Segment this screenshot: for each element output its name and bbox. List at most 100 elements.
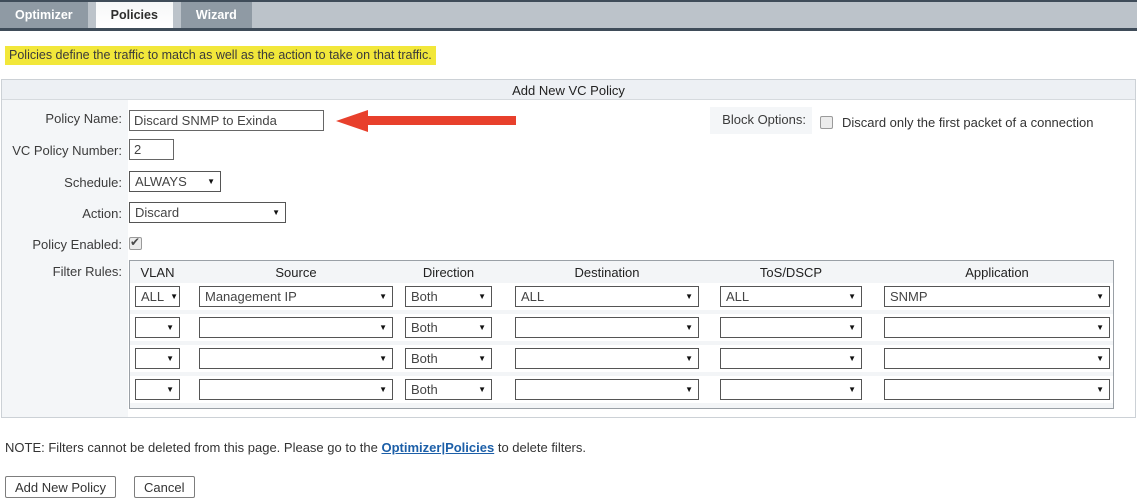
action-label: Action: [2, 202, 128, 221]
chevron-down-icon: ▼ [472, 385, 486, 394]
vc-policy-number-label: VC Policy Number: [2, 139, 128, 158]
filter-col-header-vlan: VLAN [130, 265, 194, 280]
schedule-select-value: ALWAYS [135, 174, 187, 189]
vlan-select-row2[interactable]: ▼ [135, 317, 180, 338]
direction-select-row1[interactable]: Both ▼ [405, 286, 492, 307]
tos-dscp-select-row1[interactable]: ALL▼ [720, 286, 862, 307]
chevron-down-icon: ▼ [472, 323, 486, 332]
block-options-checkbox[interactable] [820, 116, 833, 129]
note-suffix: to delete filters. [494, 440, 586, 455]
chevron-down-icon: ▼ [1090, 385, 1104, 394]
chevron-down-icon: ▼ [472, 354, 486, 363]
chevron-down-icon: ▼ [201, 177, 215, 186]
filter-cell-direction: Both ▼ [400, 286, 510, 307]
source-select-row3[interactable]: ▼ [199, 348, 393, 369]
filter-cell-vlan: ▼ [130, 348, 194, 369]
source-select-row1[interactable]: Management IP ▼ [199, 286, 393, 307]
filter-rule-row: ALL▼Management IP▼Both▼ALL▼ALL▼SNMP▼ [130, 283, 1113, 310]
filter-cell-tos-dscp: ▼ [715, 379, 879, 400]
chevron-down-icon: ▼ [164, 292, 178, 301]
filter-rule-row: ▼ ▼ Both ▼ ▼ ▼ ▼ [130, 345, 1113, 372]
filter-rules-table: VLANSourceDirectionDestinationToS/DSCPAp… [129, 260, 1114, 409]
filter-cell-application: ▼ [879, 379, 1113, 400]
filter-cell-destination: ▼ [510, 317, 715, 338]
chevron-down-icon: ▼ [1090, 323, 1104, 332]
filter-rules-table-body: ALL▼Management IP▼Both▼ALL▼ALL▼SNMP▼▼▼Bo… [130, 283, 1113, 403]
policy-enabled-checkbox[interactable] [129, 237, 142, 250]
filter-col-header-application: Application [879, 265, 1113, 280]
chevron-down-icon: ▼ [472, 292, 486, 301]
filter-cell-destination: ▼ [510, 348, 715, 369]
filter-cell-source: ▼ [194, 379, 400, 400]
filter-col-header-source: Source [194, 265, 400, 280]
vlan-select-row4[interactable]: ▼ [135, 379, 180, 400]
chevron-down-icon: ▼ [679, 354, 693, 363]
destination-select-row4[interactable]: ▼ [515, 379, 699, 400]
red-arrow-annotation [336, 110, 516, 132]
filter-cell-source: Management IP ▼ [194, 286, 400, 307]
application-select-row3[interactable]: ▼ [884, 348, 1110, 369]
schedule-select[interactable]: ALWAYS ▼ [129, 171, 221, 192]
filter-cell-destination: ALL▼ [510, 286, 715, 307]
filter-cell-vlan: ALL▼ [130, 286, 194, 307]
source-select-value: Management IP [205, 289, 297, 304]
chevron-down-icon: ▼ [842, 323, 856, 332]
tos-dscp-select-row3[interactable]: ▼ [720, 348, 862, 369]
tab-wizard[interactable]: Wizard [181, 2, 252, 28]
source-select-row2[interactable]: ▼ [199, 317, 393, 338]
chevron-down-icon: ▼ [842, 354, 856, 363]
action-select[interactable]: Discard ▼ [129, 202, 286, 223]
application-select-row4[interactable]: ▼ [884, 379, 1110, 400]
filter-rule-row: ▼▼Both▼▼▼▼ [130, 376, 1113, 403]
vlan-select-row1[interactable]: ALL▼ [135, 286, 180, 307]
panel-body: Policy Name: Block Options: Discard only… [2, 100, 1135, 417]
filter-cell-vlan: ▼ [130, 317, 194, 338]
red-arrow-head [336, 110, 368, 132]
chevron-down-icon: ▼ [1090, 354, 1104, 363]
filter-cell-tos-dscp: ALL▼ [715, 286, 879, 307]
add-new-policy-button[interactable]: Add New Policy [5, 476, 116, 498]
cancel-button[interactable]: Cancel [134, 476, 194, 498]
add-vc-policy-panel: Add New VC Policy Policy Name: Block Opt… [1, 79, 1136, 418]
vlan-select-row3[interactable]: ▼ [135, 348, 180, 369]
filter-cell-direction: Both ▼ [400, 317, 510, 338]
filter-cell-vlan: ▼ [130, 379, 194, 400]
direction-select-row2[interactable]: Both ▼ [405, 317, 492, 338]
filter-cell-application: ▼ [879, 317, 1113, 338]
tos-dscp-select-row4[interactable]: ▼ [720, 379, 862, 400]
filter-col-header-direction: Direction [400, 265, 510, 280]
vc-policy-number-input[interactable] [129, 139, 174, 160]
direction-select-row3[interactable]: Both ▼ [405, 348, 492, 369]
destination-select-row2[interactable]: ▼ [515, 317, 699, 338]
red-arrow-tail [368, 116, 516, 125]
filter-cell-destination: ▼ [510, 379, 715, 400]
filter-rules-table-header: VLANSourceDirectionDestinationToS/DSCPAp… [130, 261, 1113, 283]
optimizer-policies-link[interactable]: Optimizer|Policies [381, 440, 494, 455]
application-select-row1[interactable]: SNMP▼ [884, 286, 1110, 307]
filter-col-header-label: Direction [405, 265, 492, 280]
block-options-label: Block Options: [710, 107, 812, 134]
direction-select-value: Both [411, 289, 438, 304]
chevron-down-icon: ▼ [373, 354, 387, 363]
tos-dscp-select-row2[interactable]: ▼ [720, 317, 862, 338]
filter-col-header-label: ToS/DSCP [720, 265, 862, 280]
direction-select-row4[interactable]: Both▼ [405, 379, 492, 400]
direction-select-value: Both [411, 320, 438, 335]
note-prefix: NOTE: Filters cannot be deleted from thi… [5, 440, 381, 455]
filter-col-header-label: Source [199, 265, 393, 280]
chevron-down-icon: ▼ [373, 292, 387, 301]
direction-select-value: Both [411, 351, 438, 366]
vlan-select-value: ALL [141, 289, 164, 304]
chevron-down-icon: ▼ [160, 323, 174, 332]
destination-select-row3[interactable]: ▼ [515, 348, 699, 369]
filter-cell-source: ▼ [194, 317, 400, 338]
filter-cell-source: ▼ [194, 348, 400, 369]
tab-policies[interactable]: Policies [96, 2, 173, 28]
tab-bar: Optimizer Policies Wizard [0, 0, 1137, 31]
policy-name-input[interactable] [129, 110, 324, 131]
destination-select-row1[interactable]: ALL▼ [515, 286, 699, 307]
source-select-row4[interactable]: ▼ [199, 379, 393, 400]
application-select-row2[interactable]: ▼ [884, 317, 1110, 338]
tab-optimizer[interactable]: Optimizer [0, 2, 88, 28]
filter-rules-label: Filter Rules: [2, 260, 128, 279]
